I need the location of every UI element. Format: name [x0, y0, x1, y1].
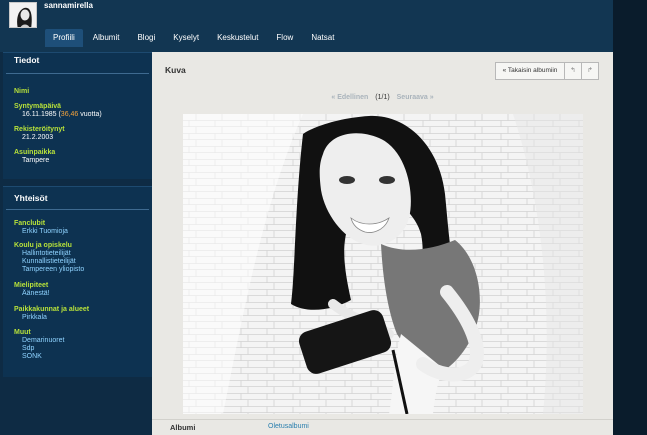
- divider: [6, 73, 149, 74]
- info-box-title: Tiedot: [14, 55, 40, 65]
- opinions-label: Mielipiteet: [14, 282, 49, 289]
- city-label: Asuinpaikka: [14, 149, 56, 156]
- back-to-album-button[interactable]: « Takaisin albumiin: [495, 62, 565, 80]
- info-box: Tiedot Nimi Syntymäpäivä 16.11.1985 (36,…: [3, 52, 152, 179]
- places-label: Paikkakunnat ja alueet: [14, 306, 90, 313]
- profile-header: sannamirella Profiili Albumit Blogi Kyse…: [0, 0, 613, 52]
- photo-counter: (1/1): [375, 94, 390, 101]
- profile-tabs: Profiili Albumit Blogi Kyselyt Keskustel…: [45, 29, 344, 47]
- school-label: Koulu ja opiskelu: [14, 242, 72, 249]
- rotate-left-icon[interactable]: ↰: [564, 62, 582, 80]
- rotate-right-icon[interactable]: ↱: [581, 62, 599, 80]
- birthday-value: 16.11.1985 (36,46 vuotta): [22, 111, 102, 118]
- other-label: Muut: [14, 329, 31, 336]
- tab-natsat[interactable]: Natsat: [303, 29, 342, 47]
- community-link[interactable]: Demarinuoret: [22, 337, 64, 344]
- community-link[interactable]: Sdp: [22, 345, 34, 352]
- tab-kyselyt[interactable]: Kyselyt: [165, 29, 207, 47]
- communities-box: Yhteisöt Fanclubit Erkki Tuomioja Koulu …: [3, 186, 152, 377]
- album-info-row: Albumi Oletusalbumi: [152, 419, 613, 435]
- next-link[interactable]: Seuraava »: [397, 94, 434, 101]
- previous-link[interactable]: « Edellinen: [331, 94, 368, 101]
- avatar[interactable]: [9, 2, 37, 28]
- name-label: Nimi: [14, 88, 30, 95]
- city-value: Tampere: [22, 157, 50, 164]
- birthday-date: 16.11.1985 (: [22, 111, 61, 118]
- age-value: 36,46: [60, 111, 79, 118]
- username[interactable]: sannamirella: [44, 1, 93, 10]
- age-suffix: vuotta): [78, 111, 102, 118]
- communities-box-title: Yhteisöt: [14, 193, 48, 203]
- photo-panel: Kuva « Takaisin albumiin ↰ ↱ « Edellinen…: [152, 52, 613, 435]
- page-title: Kuva: [165, 65, 186, 75]
- community-link[interactable]: Kunnallistieteilijät: [22, 258, 76, 265]
- community-link[interactable]: Äänestä!: [22, 290, 50, 297]
- photo-pager: « Edellinen (1/1) Seuraava »: [152, 94, 613, 101]
- community-link[interactable]: Tampereen yliopisto: [22, 266, 84, 273]
- divider: [6, 209, 149, 210]
- tab-flow[interactable]: Flow: [268, 29, 301, 47]
- community-link[interactable]: Erkki Tuomioja: [22, 228, 68, 235]
- tab-blogi[interactable]: Blogi: [129, 29, 163, 47]
- registered-label: Rekisteröitynyt: [14, 126, 65, 133]
- photo-image[interactable]: [183, 114, 583, 414]
- community-link[interactable]: SONK: [22, 353, 42, 360]
- tab-keskustelut[interactable]: Keskustelut: [209, 29, 266, 47]
- birthday-label: Syntymäpäivä: [14, 103, 62, 110]
- tab-profiili[interactable]: Profiili: [45, 29, 83, 47]
- page: sannamirella Profiili Albumit Blogi Kyse…: [0, 0, 647, 435]
- community-link[interactable]: Pirkkala: [22, 314, 47, 321]
- fanclubs-label: Fanclubit: [14, 220, 46, 227]
- community-link[interactable]: Hallintotieteilijät: [22, 250, 71, 257]
- album-label: Albumi: [170, 423, 196, 432]
- tab-albumit[interactable]: Albumit: [85, 29, 128, 47]
- page-edge: [613, 0, 647, 435]
- photo-actions: « Takaisin albumiin ↰ ↱: [495, 62, 599, 80]
- registered-value: 21.2.2003: [22, 134, 54, 141]
- album-link[interactable]: Oletusalbumi: [268, 423, 309, 430]
